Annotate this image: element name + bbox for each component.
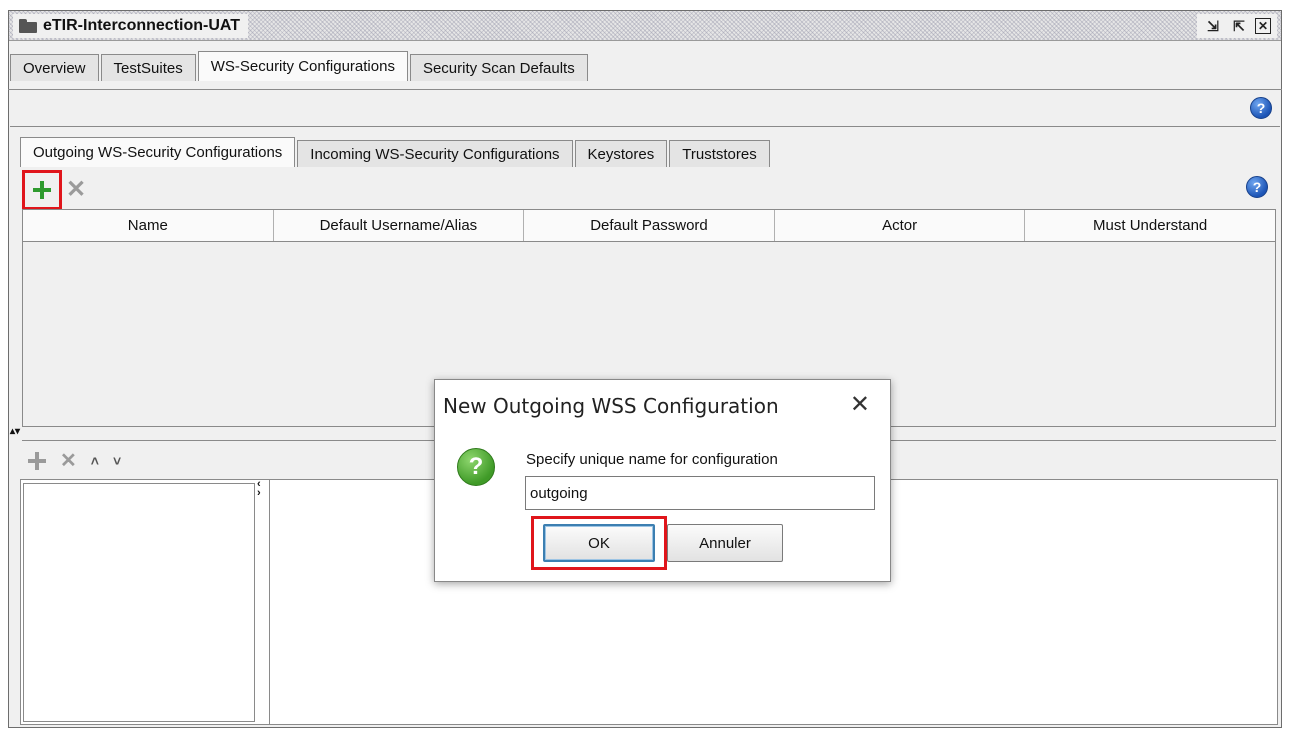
plus-icon [33, 181, 51, 199]
outgoing-toolbar: ✕ ? [22, 170, 1277, 210]
pane-collapse-arrows[interactable]: ‹ › [257, 479, 261, 499]
tab-outgoing-ws-security[interactable]: Outgoing WS-Security Configurations [20, 137, 296, 167]
main-tab-bar: Overview TestSuites WS-Security Configur… [10, 51, 590, 81]
column-header-must-understand[interactable]: Must Understand [1025, 210, 1275, 241]
remove-entry-icon[interactable]: ✕ [60, 451, 77, 471]
help-icon[interactable]: ? [1250, 97, 1272, 119]
configuration-name-input[interactable] [525, 476, 875, 510]
tab-truststores[interactable]: Truststores [669, 140, 770, 167]
entries-list[interactable] [23, 483, 255, 722]
window-titlebar[interactable]: eTIR-Interconnection-UAT ⇲ ⇱ ✕ [9, 11, 1281, 41]
remove-configuration-icon[interactable]: ✕ [66, 178, 86, 202]
window-title: eTIR-Interconnection-UAT [43, 17, 241, 34]
window-controls: ⇲ ⇱ ✕ [1197, 14, 1277, 38]
column-header-actor[interactable]: Actor [775, 210, 1026, 241]
tab-ws-security-configurations[interactable]: WS-Security Configurations [197, 51, 408, 81]
help-icon-outgoing[interactable]: ? [1246, 176, 1268, 198]
tab-security-scan-defaults[interactable]: Security Scan Defaults [409, 54, 588, 81]
splitter-collapse-arrows[interactable]: ▴▾ [10, 427, 20, 437]
pane-divider[interactable] [269, 480, 270, 724]
tab-testsuites[interactable]: TestSuites [100, 54, 196, 81]
cancel-button[interactable]: Annuler [667, 524, 783, 562]
question-icon: ? [457, 448, 495, 486]
close-window-icon[interactable]: ✕ [1255, 18, 1271, 34]
column-header-default-password[interactable]: Default Password [524, 210, 775, 241]
minimize-window-icon[interactable]: ⇲ [1203, 16, 1223, 36]
table-header: Name Default Username/Alias Default Pass… [23, 210, 1275, 242]
column-header-name[interactable]: Name [23, 210, 274, 241]
add-entry-icon[interactable] [28, 452, 46, 470]
tab-keystores[interactable]: Keystores [574, 140, 668, 167]
tab-divider [8, 89, 1282, 90]
move-up-icon[interactable]: ˄ [91, 453, 99, 469]
sub-tab-bar: Outgoing WS-Security Configurations Inco… [20, 137, 772, 167]
tab-overview[interactable]: Overview [10, 54, 99, 81]
maximize-window-icon[interactable]: ⇱ [1229, 16, 1249, 36]
dialog-close-icon[interactable]: ✕ [850, 390, 870, 418]
column-header-default-username[interactable]: Default Username/Alias [274, 210, 525, 241]
dialog-prompt: Specify unique name for configuration [526, 451, 778, 468]
dialog-title: New Outgoing WSS Configuration [443, 394, 779, 418]
folder-icon [19, 19, 37, 33]
move-down-icon[interactable]: ˅ [113, 453, 121, 469]
tab-incoming-ws-security[interactable]: Incoming WS-Security Configurations [297, 140, 573, 167]
entries-toolbar: ✕ ˄ ˅ [28, 449, 121, 473]
window-title-group: eTIR-Interconnection-UAT [13, 14, 249, 38]
add-configuration-button[interactable] [22, 170, 62, 210]
ok-button[interactable]: OK [543, 524, 655, 562]
new-outgoing-wss-dialog: New Outgoing WSS Configuration ✕ ? Speci… [434, 379, 891, 582]
